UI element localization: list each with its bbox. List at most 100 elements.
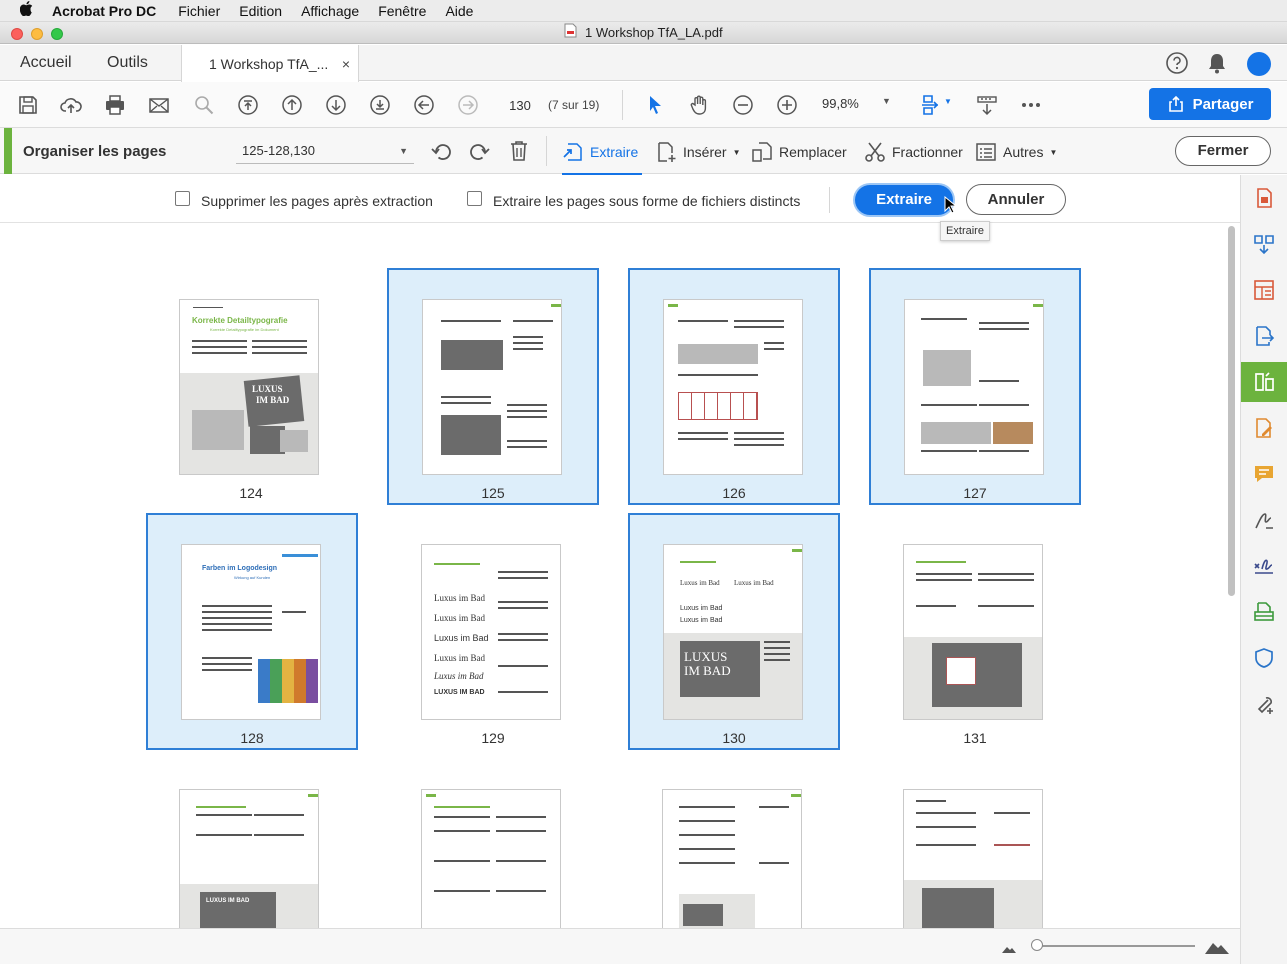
scroll-mode-icon[interactable]	[974, 92, 1000, 118]
edit-pdf-icon[interactable]	[1241, 408, 1287, 448]
print-icon[interactable]	[102, 92, 128, 118]
large-mountain-icon[interactable]	[1204, 937, 1230, 960]
accent-mark	[426, 794, 436, 797]
page-image	[993, 422, 1033, 444]
page-range-select[interactable]: 125-128,130 ▼	[236, 138, 414, 164]
more-options-icon[interactable]	[1018, 92, 1044, 118]
text-line	[441, 402, 491, 404]
vertical-scrollbar[interactable]	[1228, 226, 1235, 596]
page-preview: Farben im Logodesign Wirkung auf Kunden	[181, 544, 321, 720]
menu-fenetre[interactable]: Fenêtre	[378, 3, 426, 19]
edit-layout-icon[interactable]	[1241, 270, 1287, 310]
pdf-file-icon	[564, 23, 577, 45]
zoom-out-icon[interactable]	[730, 92, 756, 118]
text-line	[252, 346, 307, 348]
separate-files-label[interactable]: Extraire les pages sous forme de fichier…	[493, 193, 800, 209]
page-thumbnail-126[interactable]: 126	[628, 268, 840, 505]
save-icon[interactable]	[15, 92, 41, 118]
thumbnail-size-slider[interactable]	[1033, 945, 1195, 947]
user-avatar[interactable]	[1247, 52, 1271, 76]
more-tools-button[interactable]: Autres ▼	[975, 140, 1057, 164]
document-tab-label: 1 Workshop TfA_...	[209, 56, 329, 72]
page-thumbnail-129[interactable]: Luxus im Bad Luxus im Bad Luxus im Bad L…	[387, 514, 599, 751]
scan-ocr-icon[interactable]	[1241, 592, 1287, 632]
page-thumbnail-128[interactable]: Farben im Logodesign Wirkung auf Kunden …	[146, 513, 358, 750]
page-thumbnail-132[interactable]: LUXUS IM BAD	[145, 759, 357, 928]
menu-aide[interactable]: Aide	[445, 3, 473, 19]
tab-accueil[interactable]: Accueil	[20, 45, 72, 81]
page-thumbnail-127[interactable]: 127	[869, 268, 1081, 505]
tab-outils[interactable]: Outils	[107, 45, 148, 81]
rotate-left-icon[interactable]	[430, 140, 454, 169]
page-number: 130	[722, 730, 746, 746]
page-thumbnail-134[interactable]	[628, 759, 840, 928]
page-image	[441, 415, 501, 455]
comment-icon[interactable]	[1241, 454, 1287, 494]
delete-after-extract-label[interactable]: Supprimer les pages après extraction	[201, 193, 433, 209]
help-icon[interactable]	[1165, 51, 1189, 80]
first-page-icon[interactable]	[235, 92, 261, 118]
zoom-level-select[interactable]: 99,8% ▼	[822, 96, 894, 111]
page-preview	[903, 544, 1043, 720]
email-icon[interactable]	[146, 92, 172, 118]
text-line	[254, 834, 304, 836]
next-page-icon[interactable]	[323, 92, 349, 118]
accent-heading	[434, 563, 480, 565]
slider-knob[interactable]	[1031, 939, 1043, 951]
menu-affichage[interactable]: Affichage	[301, 3, 359, 19]
create-pdf-icon[interactable]	[1241, 178, 1287, 218]
export-pdf-icon[interactable]	[1241, 316, 1287, 356]
zoom-window-button[interactable]	[51, 28, 63, 40]
back-view-icon[interactable]	[411, 92, 437, 118]
page-thumbnail-124[interactable]: Korrekte Detailtypografie Korrekte Detai…	[145, 269, 357, 506]
minimize-window-button[interactable]	[31, 28, 43, 40]
page-thumbnail-131[interactable]: 131	[869, 514, 1081, 751]
last-page-icon[interactable]	[367, 92, 393, 118]
share-button[interactable]: Partager	[1149, 88, 1271, 120]
extract-tool-button[interactable]: Extraire	[562, 140, 643, 175]
page-thumbnail-130[interactable]: Luxus im Bad Luxus im Bad Luxus im Bad L…	[628, 513, 840, 750]
protect-shield-icon[interactable]	[1241, 638, 1287, 678]
organize-pages-icon[interactable]	[1241, 362, 1287, 402]
insert-tool-button[interactable]: Insérer ▼	[655, 140, 741, 164]
close-tab-icon[interactable]: ×	[342, 45, 350, 83]
search-zoom-icon[interactable]	[191, 92, 217, 118]
extract-button[interactable]: Extraire	[855, 185, 953, 215]
app-menu[interactable]: Acrobat Pro DC	[52, 3, 156, 19]
more-tools-wrench-icon[interactable]	[1241, 684, 1287, 724]
cancel-button[interactable]: Annuler	[966, 184, 1066, 215]
page-preview	[421, 789, 561, 928]
apple-menu-icon[interactable]	[0, 1, 52, 20]
menu-fichier[interactable]: Fichier	[178, 3, 220, 19]
page-number-input[interactable]	[500, 93, 540, 117]
text-line	[916, 800, 946, 802]
page-display-caret-icon[interactable]: ▼	[944, 97, 952, 106]
text-line	[979, 450, 1029, 452]
page-thumbnail-125[interactable]: 125	[387, 268, 599, 505]
previous-page-icon[interactable]	[279, 92, 305, 118]
delete-after-extract-checkbox[interactable]	[175, 191, 190, 206]
tab-document[interactable]: 1 Workshop TfA_... ×	[181, 45, 359, 82]
select-cursor-icon[interactable]	[642, 92, 668, 118]
cloud-upload-icon[interactable]	[58, 92, 84, 118]
send-for-signature-icon[interactable]	[1241, 546, 1287, 586]
delete-trash-icon[interactable]	[508, 139, 530, 168]
separate-files-checkbox[interactable]	[467, 191, 482, 206]
menu-edition[interactable]: Edition	[239, 3, 282, 19]
text-line	[734, 444, 784, 446]
close-window-button[interactable]	[11, 28, 23, 40]
rotate-right-icon[interactable]	[467, 140, 491, 169]
split-tool-button[interactable]: Fractionner	[864, 140, 963, 164]
page-thumbnail-135[interactable]	[869, 759, 1081, 928]
hand-tool-icon[interactable]	[686, 92, 712, 118]
replace-tool-button[interactable]: Remplacer	[751, 140, 847, 164]
fill-sign-icon[interactable]	[1241, 500, 1287, 540]
forward-view-icon[interactable]	[455, 92, 481, 118]
page-thumbnail-133[interactable]	[387, 759, 599, 928]
page-display-icon[interactable]	[918, 92, 944, 118]
close-organize-button[interactable]: Fermer	[1175, 136, 1271, 166]
notifications-bell-icon[interactable]	[1206, 51, 1228, 80]
small-mountain-icon[interactable]	[1001, 941, 1017, 959]
zoom-in-icon[interactable]	[774, 92, 800, 118]
combine-files-icon[interactable]	[1241, 224, 1287, 264]
